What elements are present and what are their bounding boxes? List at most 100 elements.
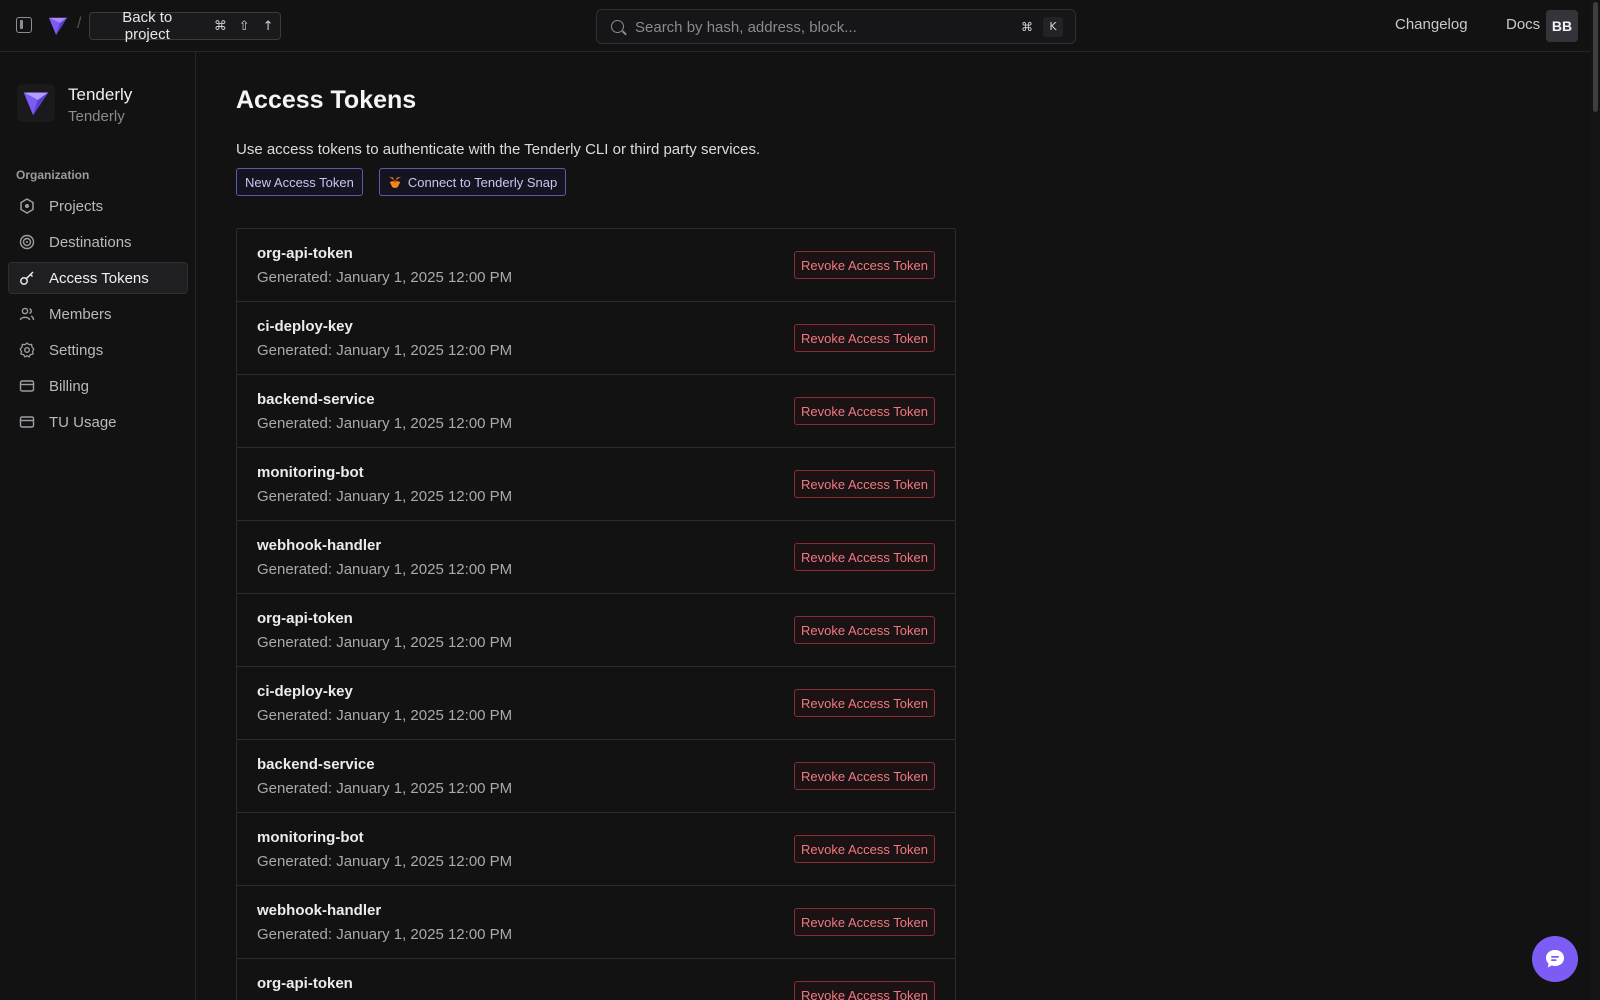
- token-generated-date: Generated: January 1, 2025 12:00 PM: [257, 561, 513, 578]
- sidebar-item-tu-usage[interactable]: TU Usage: [8, 406, 188, 438]
- chat-bubble-icon: [1546, 950, 1564, 968]
- sidebar-item-billing[interactable]: Billing: [8, 370, 188, 402]
- new-access-token-button[interactable]: New Access Token: [236, 168, 363, 196]
- credit-card-icon: [19, 378, 35, 394]
- token-row: ci-deploy-key Generated: January 1, 2025 …: [237, 302, 955, 375]
- token-generated-date: Generated: January 1, 2025 12:00 PM: [257, 415, 513, 432]
- search-input[interactable]: [635, 17, 995, 37]
- revoke-access-token-button[interactable]: Revoke Access Token: [794, 616, 935, 644]
- sidebar-item-members[interactable]: Members: [8, 298, 188, 330]
- sidebar-toggle-icon[interactable]: [16, 17, 32, 33]
- revoke-access-token-button[interactable]: Revoke Access Token: [794, 543, 935, 571]
- token-name: webhook-handler: [257, 537, 382, 554]
- sidebar-item-destinations[interactable]: Destinations: [8, 226, 188, 258]
- back-to-project-button[interactable]: Back to project ⌘ ⇧ ↑: [89, 9, 281, 43]
- token-generated-date: Generated: January 1, 2025 12:00 PM: [257, 488, 513, 505]
- sidebar-item-label: Members: [49, 305, 112, 323]
- sidebar-nav: Projects Destinations Access Tokens Memb…: [8, 190, 188, 442]
- token-generated-date: Generated: January 1, 2025 12:00 PM: [257, 853, 513, 870]
- section-label-organization: Organization: [16, 168, 90, 182]
- organization-logo-icon: [17, 84, 55, 122]
- scrollbar-thumb[interactable]: [1593, 2, 1598, 112]
- connect-tenderly-snap-label: Connect to Tenderly Snap: [407, 174, 558, 190]
- search-icon: [611, 20, 624, 33]
- token-name: monitoring-bot: [257, 829, 364, 846]
- docs-link[interactable]: Docs: [1506, 16, 1540, 33]
- revoke-access-token-button[interactable]: Revoke Access Token: [794, 397, 935, 425]
- token-name: org-api-token: [257, 975, 353, 992]
- search-bar[interactable]: ⌘ K: [596, 9, 1076, 44]
- token-name: backend-service: [257, 756, 375, 773]
- hexagon-icon: [19, 198, 35, 214]
- target-icon: [19, 234, 35, 250]
- revoke-access-token-button[interactable]: Revoke Access Token: [794, 470, 935, 498]
- command-key-icon: ⌘: [213, 18, 227, 34]
- sidebar-item-settings[interactable]: Settings: [8, 334, 188, 366]
- k-key-badge: K: [1043, 17, 1063, 37]
- access-token-list: org-api-token Generated: January 1, 2025 …: [236, 228, 956, 1000]
- token-row: monitoring-bot Generated: January 1, 2025…: [237, 813, 955, 886]
- token-name: ci-deploy-key: [257, 318, 353, 335]
- token-name: org-api-token: [257, 610, 353, 627]
- arrow-up-icon: ↑: [262, 18, 274, 34]
- token-generated-date: Generated: January 1, 2025 12:00 PM: [257, 780, 513, 797]
- top-bar: / Back to project ⌘ ⇧ ↑ ⌘ K Changelog Do…: [0, 0, 1600, 52]
- metamask-fox-icon: [388, 176, 401, 189]
- token-generated-date: Generated: January 1, 2025 12:00 PM: [257, 342, 513, 359]
- back-to-project-label: Back to project: [122, 9, 173, 43]
- revoke-access-token-button[interactable]: Revoke Access Token: [794, 251, 935, 279]
- token-row: ci-deploy-key Generated: January 1, 2025 …: [237, 667, 955, 740]
- token-generated-date: Generated: January 1, 2025 12:00 PM: [257, 634, 513, 651]
- sidebar-item-access-tokens[interactable]: Access Tokens: [8, 262, 188, 294]
- command-key-icon: ⌘: [1021, 20, 1033, 34]
- tenderly-logo-icon[interactable]: [47, 15, 69, 37]
- token-name: ci-deploy-key: [257, 683, 353, 700]
- token-row: org-api-token Generated: January 1, 2025 …: [237, 229, 955, 302]
- token-name: monitoring-bot: [257, 464, 364, 481]
- organization-subtitle: Tenderly: [68, 108, 125, 125]
- connect-tenderly-snap-button[interactable]: Connect to Tenderly Snap: [378, 168, 567, 196]
- token-row: monitoring-bot Generated: January 1, 2025…: [237, 448, 955, 521]
- sidebar-item-label: Projects: [49, 197, 104, 215]
- revoke-access-token-button[interactable]: Revoke Access Token: [794, 908, 935, 936]
- token-name: webhook-handler: [257, 902, 382, 919]
- changelog-link[interactable]: Changelog: [1395, 16, 1468, 33]
- new-access-token-label: New Access Token: [245, 174, 354, 190]
- token-row: org-api-token Revoke Access Token: [237, 959, 955, 1000]
- revoke-access-token-button[interactable]: Revoke Access Token: [794, 689, 935, 717]
- revoke-access-token-button[interactable]: Revoke Access Token: [794, 762, 935, 790]
- token-row: webhook-handler Generated: January 1, 202…: [237, 886, 955, 959]
- gear-icon: [19, 342, 35, 358]
- key-icon: [19, 270, 35, 286]
- sidebar-item-projects[interactable]: Projects: [8, 190, 188, 222]
- action-buttons: New Access Token Connect to Tenderly Sna…: [236, 168, 567, 196]
- page-description: Use access tokens to authenticate with t…: [236, 141, 761, 158]
- credit-card-icon: [19, 414, 35, 430]
- revoke-access-token-button[interactable]: Revoke Access Token: [794, 981, 935, 1000]
- token-name: org-api-token: [257, 245, 353, 262]
- token-row: backend-service Generated: January 1, 202…: [237, 740, 955, 813]
- shift-key-icon: ⇧: [238, 18, 250, 34]
- organization-name[interactable]: Tenderly: [68, 85, 132, 105]
- sidebar: Tenderly Tenderly Organization Projects …: [0, 52, 196, 1000]
- token-generated-date: Generated: January 1, 2025 12:00 PM: [257, 269, 513, 286]
- token-generated-date: Generated: January 1, 2025 12:00 PM: [257, 707, 513, 724]
- token-generated-date: Generated: January 1, 2025 12:00 PM: [257, 926, 513, 943]
- chat-support-button[interactable]: [1532, 936, 1578, 982]
- breadcrumb-separator: /: [77, 15, 82, 32]
- token-row: webhook-handler Generated: January 1, 202…: [237, 521, 955, 594]
- revoke-access-token-button[interactable]: Revoke Access Token: [794, 835, 935, 863]
- main-content: Access Tokens Use access tokens to authe…: [196, 52, 1586, 1000]
- sidebar-item-label: Settings: [49, 341, 104, 359]
- sidebar-item-label: Billing: [49, 377, 90, 395]
- avatar[interactable]: BB: [1546, 10, 1578, 42]
- token-row: org-api-token Generated: January 1, 2025 …: [237, 594, 955, 667]
- users-icon: [19, 306, 35, 322]
- sidebar-item-label: Destinations: [49, 233, 132, 251]
- revoke-access-token-button[interactable]: Revoke Access Token: [794, 324, 935, 352]
- scrollbar-track[interactable]: [1590, 0, 1600, 1000]
- page-title: Access Tokens: [236, 86, 417, 114]
- token-name: backend-service: [257, 391, 375, 408]
- sidebar-item-label: Access Tokens: [49, 269, 149, 287]
- sidebar-item-label: TU Usage: [49, 413, 117, 431]
